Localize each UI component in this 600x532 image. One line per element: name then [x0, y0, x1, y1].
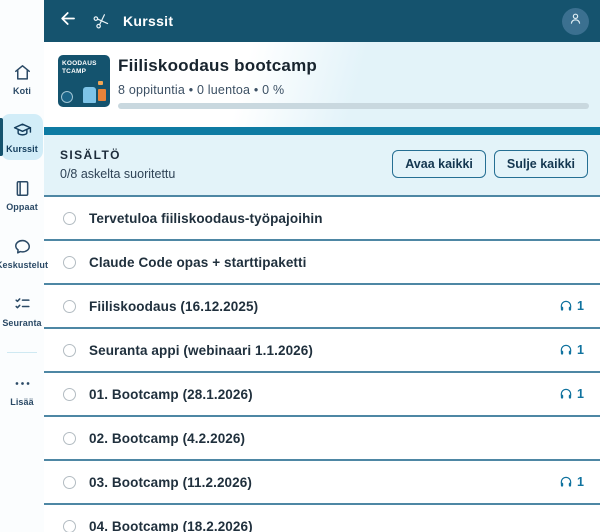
expand-all-button[interactable]: Avaa kaikki: [392, 150, 486, 178]
sidebar-item-keskustelut[interactable]: Keskustelut: [0, 230, 44, 276]
content-header-buttons: Avaa kaikki Sulje kaikki: [392, 150, 588, 178]
step-label: Tervetuloa fiiliskoodaus-työpajoihin: [89, 211, 323, 226]
step-label: Claude Code opas + starttipaketti: [89, 255, 306, 270]
step-label: 04. Bootcamp (18.2.2026): [89, 519, 253, 532]
course-progress-bar: [118, 103, 589, 109]
course-thumbnail: KOODAUS TCAMP: [58, 55, 110, 107]
course-title: Fiiliskoodaus bootcamp: [118, 56, 600, 76]
sidebar-divider: [7, 352, 37, 353]
content-header: SISÄLTÖ 0/8 askelta suoritettu Avaa kaik…: [44, 135, 600, 195]
audio-count: 1: [577, 475, 584, 489]
step-complete-radio[interactable]: [63, 256, 76, 269]
headphones-icon: [559, 475, 573, 489]
back-button[interactable]: [58, 11, 78, 31]
audio-badge: 1: [559, 387, 584, 401]
step-label: 02. Bootcamp (4.2.2026): [89, 431, 245, 446]
headphones-icon: [559, 343, 573, 357]
ellipsis-icon: [12, 374, 32, 394]
section-divider-band: [44, 127, 600, 135]
app-window: Koti Kurssit Oppaat Keskustelut Seuranta…: [0, 0, 600, 532]
thumbnail-text-line: TCAMP: [62, 68, 110, 76]
book-icon: [12, 179, 32, 199]
audio-badge: 1: [559, 299, 584, 313]
audio-count: 1: [577, 343, 584, 357]
main-area: Kurssit KOODAUS TCAMP Fiiliskoodaus boot…: [44, 0, 600, 532]
home-icon: [12, 63, 32, 83]
thumbnail-robot-art: [83, 87, 96, 103]
course-step-row[interactable]: Seuranta appi (webinaari 1.1.2026) 1: [44, 327, 600, 371]
course-step-row[interactable]: Tervetuloa fiiliskoodaus-työpajoihin: [44, 195, 600, 239]
step-complete-radio[interactable]: [63, 344, 76, 357]
topbar: Kurssit: [44, 0, 600, 42]
sidebar-item-kurssit[interactable]: Kurssit: [1, 114, 43, 160]
course-step-row[interactable]: Fiiliskoodaus (16.12.2025) 1: [44, 283, 600, 327]
course-steps-list: Tervetuloa fiiliskoodaus-työpajoihin Cla…: [44, 195, 600, 532]
content-heading: SISÄLTÖ: [60, 148, 175, 162]
course-step-row[interactable]: 02. Bootcamp (4.2.2026): [44, 415, 600, 459]
step-label: 01. Bootcamp (28.1.2026): [89, 387, 253, 402]
headphones-icon: [559, 299, 573, 313]
thumbnail-badge: [61, 91, 73, 103]
course-step-row[interactable]: 04. Bootcamp (18.2.2026): [44, 503, 600, 532]
sidebar-item-seuranta[interactable]: Seuranta: [0, 288, 44, 334]
step-label: Fiiliskoodaus (16.12.2025): [89, 299, 258, 314]
step-complete-radio[interactable]: [63, 520, 76, 532]
headphones-icon: [559, 387, 573, 401]
steps-progress-text: 0/8 askelta suoritettu: [60, 167, 175, 181]
collapse-all-button[interactable]: Sulje kaikki: [494, 150, 588, 178]
sidebar-item-lisaa[interactable]: Lisää: [0, 367, 44, 413]
sidebar-item-koti[interactable]: Koti: [0, 56, 44, 102]
graduation-cap-icon: [12, 121, 32, 141]
content-header-text: SISÄLTÖ 0/8 askelta suoritettu: [60, 148, 175, 181]
course-step-row[interactable]: Claude Code opas + starttipaketti: [44, 239, 600, 283]
course-info: Fiiliskoodaus bootcamp 8 oppituntia • 0 …: [118, 42, 600, 97]
audio-badge: 1: [559, 343, 584, 357]
step-label: Seuranta appi (webinaari 1.1.2026): [89, 343, 313, 358]
audio-count: 1: [577, 299, 584, 313]
checklist-icon: [12, 295, 32, 315]
step-complete-radio[interactable]: [63, 212, 76, 225]
step-complete-radio[interactable]: [63, 300, 76, 313]
course-header: KOODAUS TCAMP Fiiliskoodaus bootcamp 8 o…: [44, 42, 600, 127]
thumbnail-art-accent: [98, 89, 106, 101]
sidebar: Koti Kurssit Oppaat Keskustelut Seuranta…: [0, 0, 44, 532]
audio-count: 1: [577, 387, 584, 401]
chat-icon: [12, 237, 32, 257]
scissors-icon: [92, 13, 109, 30]
course-step-row[interactable]: 01. Bootcamp (28.1.2026) 1: [44, 371, 600, 415]
step-complete-radio[interactable]: [63, 388, 76, 401]
profile-avatar-button[interactable]: [562, 8, 589, 35]
step-label: 03. Bootcamp (11.2.2026): [89, 475, 252, 490]
sidebar-item-oppaat[interactable]: Oppaat: [0, 172, 44, 218]
arrow-left-icon: [59, 9, 78, 33]
course-step-row[interactable]: 03. Bootcamp (11.2.2026) 1: [44, 459, 600, 503]
step-complete-radio[interactable]: [63, 432, 76, 445]
audio-badge: 1: [559, 475, 584, 489]
thumbnail-art-accent: [98, 81, 103, 85]
step-complete-radio[interactable]: [63, 476, 76, 489]
user-icon: [568, 11, 583, 31]
course-stats: 8 oppituntia • 0 luentoa • 0 %: [118, 83, 600, 97]
page-title: Kurssit: [123, 13, 173, 29]
thumbnail-text-line: KOODAUS: [62, 60, 110, 68]
